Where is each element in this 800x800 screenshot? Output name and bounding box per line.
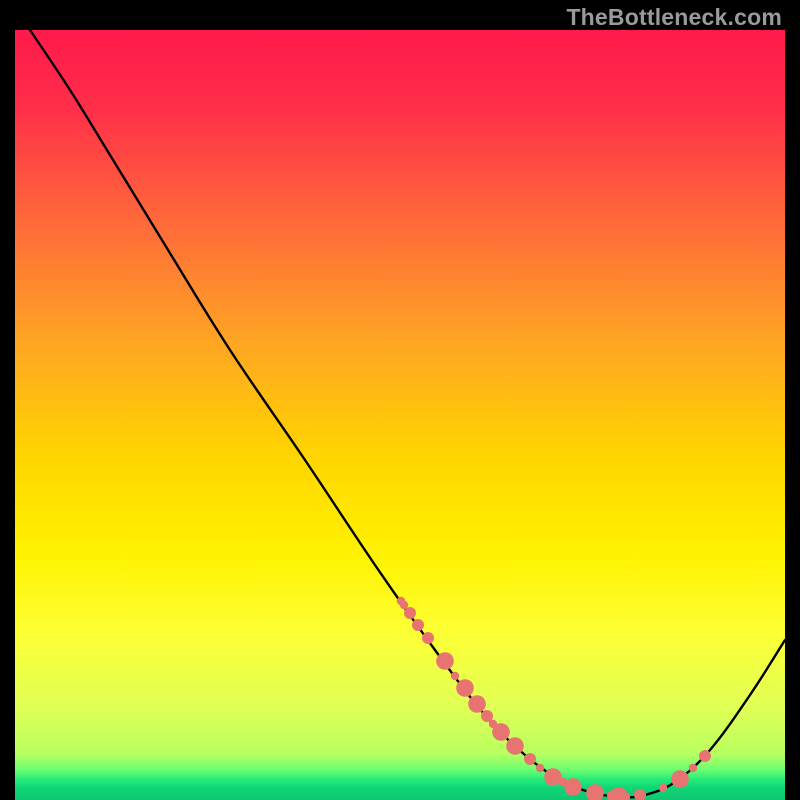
attribution-text: TheBottleneck.com <box>566 4 782 31</box>
data-point <box>544 768 562 786</box>
data-point <box>468 695 486 713</box>
data-point <box>671 770 689 788</box>
data-point <box>456 679 474 697</box>
data-point <box>506 737 524 755</box>
data-point <box>492 723 510 741</box>
data-point <box>536 764 544 772</box>
data-point <box>422 632 434 644</box>
data-point <box>689 764 697 772</box>
chart-frame <box>15 30 785 800</box>
data-point <box>564 778 582 796</box>
data-point <box>451 672 459 680</box>
data-point <box>412 619 424 631</box>
data-point <box>404 607 416 619</box>
data-point <box>436 652 454 670</box>
data-point <box>481 710 493 722</box>
data-point <box>659 784 667 792</box>
data-point <box>699 750 711 762</box>
data-point <box>524 753 536 765</box>
chart-background <box>15 30 785 800</box>
bottleneck-curve-chart <box>15 30 785 800</box>
